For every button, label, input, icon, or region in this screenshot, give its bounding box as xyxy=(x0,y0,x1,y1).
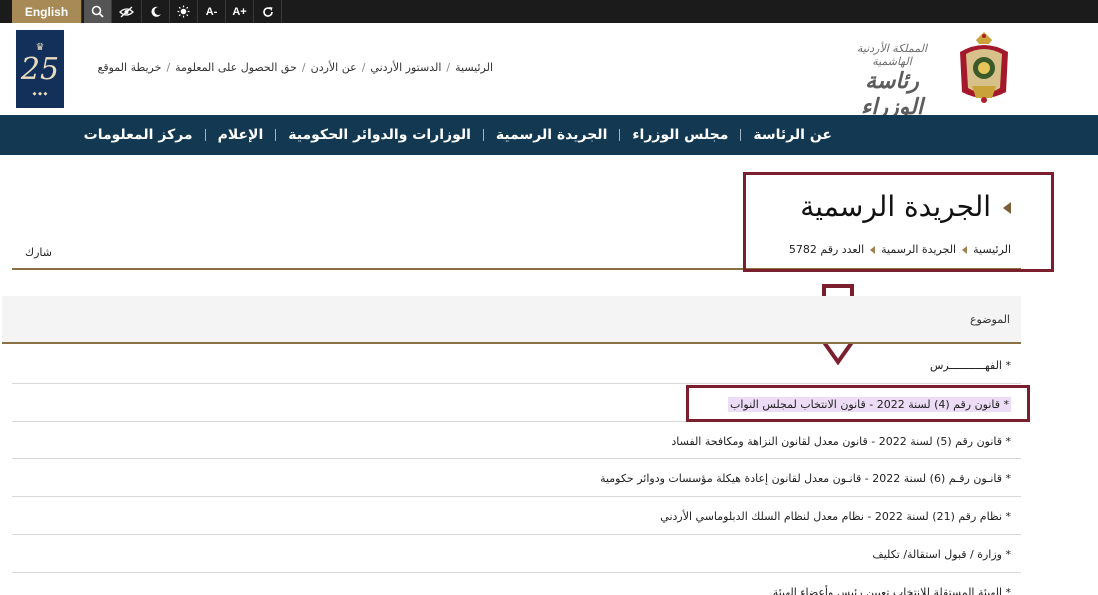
toplink-separator: / xyxy=(446,61,451,74)
search-icon xyxy=(91,5,104,18)
anniversary-logo[interactable]: ♛ 25 ◆ ◆ ◆ xyxy=(16,30,64,108)
toplink-constitution[interactable]: الدستور الأردني xyxy=(370,61,441,74)
brand-ministry-name: رئاسة الوزراء xyxy=(861,68,923,120)
nav-item-about-presidency[interactable]: عن الرئاسة xyxy=(741,127,844,143)
gazette-contents-list: * الفهـــــــــــرس * قانون رقم (4) لسنة… xyxy=(12,346,1021,595)
english-language-button[interactable]: English xyxy=(12,0,82,23)
search-button[interactable] xyxy=(84,0,112,23)
toplink-home[interactable]: الرئيسية xyxy=(455,61,493,74)
row-link[interactable]: * قانـون رقـم (6) لسنة 2022 - قانـون معد… xyxy=(600,472,1011,485)
table-row[interactable]: * الفهـــــــــــرس xyxy=(12,346,1021,384)
nav-item-information-center[interactable]: مركز المعلومات xyxy=(72,127,205,143)
anniversary-ribbon-icon: ◆ ◆ ◆ xyxy=(32,90,48,97)
light-mode-button[interactable] xyxy=(170,0,198,23)
toplink-separator: / xyxy=(166,61,171,74)
row-link[interactable]: * الفهـــــــــــرس xyxy=(930,359,1011,372)
font-decrease-button[interactable]: A- xyxy=(198,0,226,23)
table-row[interactable]: * قانون رقم (5) لسنة 2022 - قانون معدل ل… xyxy=(12,422,1021,460)
toplink-separator: / xyxy=(361,61,366,74)
top-links: الرئيسية / الدستور الأردني / عن الأردن /… xyxy=(98,61,493,74)
table-header: الموضوع xyxy=(2,296,1021,344)
main-navigation: عن الرئاسة مجلس الوزراء الجريدة الرسمية … xyxy=(0,115,1098,155)
row-highlight-box xyxy=(686,385,1030,422)
column-subject: الموضوع xyxy=(969,313,1010,326)
anniversary-number: 25 xyxy=(20,51,60,87)
toplink-sitemap[interactable]: خريطة الموقع xyxy=(98,61,162,74)
hide-images-button[interactable] xyxy=(112,0,142,23)
reset-button[interactable] xyxy=(254,0,282,23)
moon-icon xyxy=(151,6,161,17)
font-increase-button[interactable]: A+ xyxy=(226,0,254,23)
reset-icon xyxy=(262,6,273,17)
nav-item-official-gazette[interactable]: الجريدة الرسمية xyxy=(484,127,619,143)
row-link[interactable]: * الهيئة المستقلة للانتخاب تعيين رئيس وأ… xyxy=(773,586,1011,595)
row-link[interactable]: * نظام رقم (21) لسنة 2022 - نظام معدل لن… xyxy=(660,510,1011,523)
brand-kingdom-name: المملكة الأردنية الهاشمية xyxy=(856,42,928,68)
table-row[interactable]: * قانـون رقـم (6) لسنة 2022 - قانـون معد… xyxy=(12,459,1021,498)
toplink-separator: / xyxy=(301,61,306,74)
table-row[interactable]: * الهيئة المستقلة للانتخاب تعيين رئيس وأ… xyxy=(12,573,1021,595)
row-link[interactable]: * قانون رقم (5) لسنة 2022 - قانون معدل ل… xyxy=(671,435,1011,448)
nav-item-ministries[interactable]: الوزارات والدوائر الحكومية xyxy=(276,127,483,143)
prime-ministry-logo-text[interactable]: المملكة الأردنية الهاشمية رئاسة الوزراء xyxy=(836,42,948,120)
row-link[interactable]: * وزارة / قبول استقالة/ تكليف xyxy=(872,548,1011,561)
font-decrease-icon: A- xyxy=(205,5,218,18)
nav-item-media[interactable]: الإعلام xyxy=(206,127,276,143)
crown-icon: ♛ xyxy=(35,41,45,53)
accessibility-bar: English A- A+ xyxy=(0,0,1098,23)
dark-mode-button[interactable] xyxy=(142,0,170,23)
table-row[interactable]: * وزارة / قبول استقالة/ تكليف xyxy=(12,535,1021,573)
title-highlight-box xyxy=(743,172,1054,272)
font-increase-icon: A+ xyxy=(232,5,247,18)
table-row[interactable]: * نظام رقم (21) لسنة 2022 - نظام معدل لن… xyxy=(12,497,1021,535)
sun-icon xyxy=(177,5,190,18)
toplink-access-information[interactable]: حق الحصول على المعلومة xyxy=(175,61,297,74)
nav-item-council-of-ministers[interactable]: مجلس الوزراء xyxy=(620,127,740,143)
hide-eye-icon xyxy=(119,6,134,17)
royal-crest-icon[interactable] xyxy=(952,30,1016,106)
share-button[interactable]: شارك xyxy=(25,246,52,259)
toplink-about-jordan[interactable]: عن الأردن xyxy=(311,61,357,74)
